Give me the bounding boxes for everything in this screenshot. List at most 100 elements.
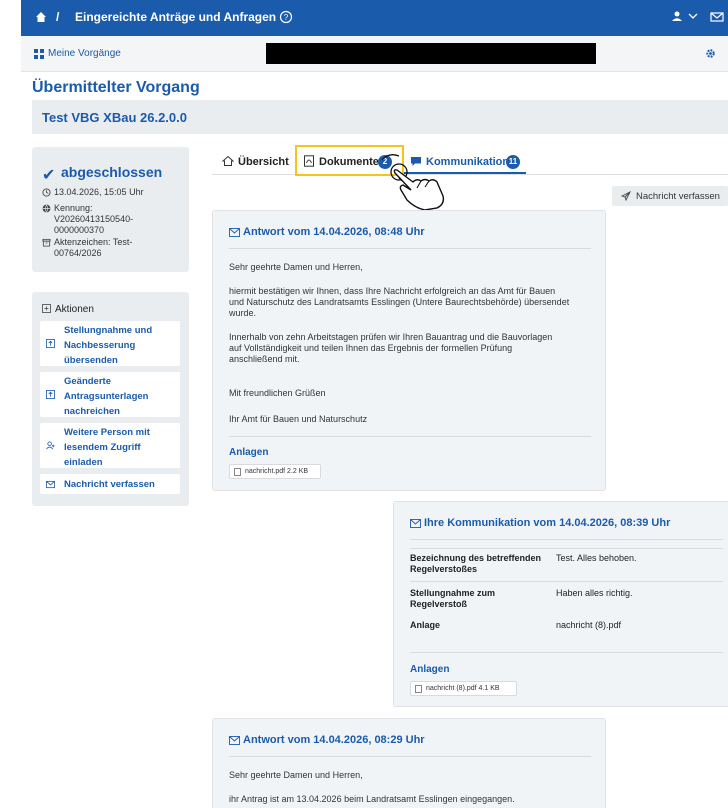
message-1-line: hiermit bestätigen wir Ihnen, dass Ihre … xyxy=(229,286,556,296)
tab-overview[interactable]: Übersicht xyxy=(222,150,289,174)
top-navbar: / Eingereichte Anträge und Anfragen ? xyxy=(21,0,728,36)
tab-divider xyxy=(212,174,728,175)
message-3-title-text: Antwort vom 14.04.2026, 08:29 Uhr xyxy=(243,734,425,746)
case-title: Test VBG XBau 26.2.0.0 xyxy=(42,110,187,125)
attachment-chip[interactable]: nachricht.pdf 2.2 KB xyxy=(229,464,321,479)
file-icon xyxy=(234,468,241,476)
message-1-line: und Naturschutz des Landratsamts Essling… xyxy=(229,297,570,307)
redacted-block xyxy=(266,43,596,64)
upload-square-icon xyxy=(46,390,55,399)
home-outline-icon xyxy=(222,155,234,166)
field-label: Regelverstoß xyxy=(410,599,468,609)
check-icon: ✔ xyxy=(42,167,56,184)
gear-icon[interactable] xyxy=(705,48,716,59)
tab-overview-label: Übersicht xyxy=(238,156,289,168)
mail-icon[interactable] xyxy=(710,11,724,23)
breadcrumb-current[interactable]: Eingereichte Anträge und Anfragen xyxy=(75,10,276,24)
message-1-line: anschließend mit. xyxy=(229,354,300,364)
communication-count-badge: 11 xyxy=(506,155,520,169)
message-3-title: Antwort vom 14.04.2026, 08:29 Uhr xyxy=(229,734,425,746)
clock-icon xyxy=(42,188,51,197)
message-1-title-text: Antwort vom 14.04.2026, 08:48 Uhr xyxy=(243,226,425,238)
status-label: abgeschlossen xyxy=(61,164,163,180)
invite-person-button[interactable]: Weitere Person mit lesendem Zugriff einl… xyxy=(40,423,180,468)
compose-message-label: Nachricht verfassen xyxy=(636,191,720,202)
mail-open-icon xyxy=(410,519,421,528)
status-kennung: Kennung: V20260413150540- 0000000370 xyxy=(42,203,133,236)
nachreichen-line-2: Antragsunterlagen xyxy=(64,391,149,402)
field-value: nachricht (8).pdf xyxy=(556,620,622,630)
invite-line-1: Weitere Person mit xyxy=(64,427,150,438)
status-date-text: 13.04.2026, 15:05 Uhr xyxy=(54,187,144,197)
mail-open-icon xyxy=(229,228,240,237)
my-cases-link[interactable]: Meine Vorgänge xyxy=(48,48,121,59)
invite-line-3: einladen xyxy=(64,457,103,468)
plus-square-icon: + xyxy=(42,304,51,313)
field-value: Haben alles richtig. xyxy=(556,588,633,598)
divider xyxy=(410,539,723,540)
user-plus-icon xyxy=(46,441,55,450)
pointer-hand-icon xyxy=(381,154,445,210)
svg-text:?: ? xyxy=(284,13,289,22)
message-2-title: Ihre Kommunikation vom 14.04.2026, 08:39… xyxy=(410,517,670,529)
attachment-name: nachricht.pdf 2.2 KB xyxy=(245,468,309,475)
upload-square-icon xyxy=(46,339,55,348)
message-card-3: Antwort vom 14.04.2026, 08:29 Uhr Sehr g… xyxy=(212,718,606,808)
message-1-title: Antwort vom 14.04.2026, 08:48 Uhr xyxy=(229,226,425,238)
field-value: Test. Alles behoben. xyxy=(556,553,637,563)
field-label: Anlage xyxy=(410,620,441,630)
stellungnahme-button[interactable]: Stellungnahme und Nachbesserung übersend… xyxy=(40,321,180,366)
actions-title: Aktionen xyxy=(55,304,94,315)
home-icon[interactable] xyxy=(35,11,47,23)
mail-open-icon xyxy=(229,736,240,745)
status-panel: ✔ abgeschlossen 13.04.2026, 15:05 Uhr Ke… xyxy=(32,147,189,272)
page-title: Übermittelter Vorgang xyxy=(32,79,200,96)
attachment-name: nachricht (8).pdf 4.1 KB xyxy=(426,685,500,692)
status-date: 13.04.2026, 15:05 Uhr xyxy=(42,187,144,198)
actions-header[interactable]: + Aktionen xyxy=(42,304,94,315)
message-1-line: auf Vollständigkeit und teilen Ihnen das… xyxy=(229,343,513,353)
breadcrumb-separator: / xyxy=(56,10,60,24)
compose-side-label: Nachricht verfassen xyxy=(64,479,155,490)
message-1-line: Sehr geehrte Damen und Herren, xyxy=(229,262,363,272)
send-icon xyxy=(621,191,631,201)
message-card-2: Ihre Kommunikation vom 14.04.2026, 08:39… xyxy=(393,501,728,707)
message-2-title-text: Ihre Kommunikation vom 14.04.2026, 08:39… xyxy=(424,517,671,529)
field-label: Bezeichnung des betreffenden xyxy=(410,553,542,563)
help-icon[interactable]: ? xyxy=(279,10,293,24)
invite-line-2: lesendem Zugriff xyxy=(64,442,141,453)
mail-icon xyxy=(46,480,55,489)
message-card-1: Antwort vom 14.04.2026, 08:48 Uhr Sehr g… xyxy=(212,210,606,491)
stellungnahme-line-3: übersenden xyxy=(64,355,118,366)
status-aktenzeichen: Aktenzeichen: Test- 00764/2026 xyxy=(42,237,132,259)
kennung-label: Kennung: xyxy=(54,203,93,213)
nachreichen-line-3: nachreichen xyxy=(64,406,120,417)
chevron-down-icon[interactable] xyxy=(688,12,698,20)
file-icon xyxy=(415,685,422,693)
field-label: Stellungnahme zum xyxy=(410,588,496,598)
stellungnahme-line-1: Stellungnahme und xyxy=(64,325,153,336)
aktenzeichen-line-2: 00764/2026 xyxy=(54,248,102,258)
message-3-line: Sehr geehrte Damen und Herren, xyxy=(229,770,363,780)
user-icon[interactable] xyxy=(671,10,683,22)
attachment-chip[interactable]: nachricht (8).pdf 4.1 KB xyxy=(410,681,517,696)
secondary-navbar: Meine Vorgänge xyxy=(21,36,728,72)
actions-panel: + Aktionen Stellungnahme und Nachbesseru… xyxy=(32,292,189,506)
compose-message-button[interactable]: Nachricht verfassen xyxy=(612,186,728,206)
divider xyxy=(229,756,591,757)
field-label: Regelverstoßes xyxy=(410,564,478,574)
compose-message-side-button[interactable]: Nachricht verfassen xyxy=(40,474,180,494)
nachreichen-button[interactable]: Geänderte Antragsunterlagen nachreichen xyxy=(40,372,180,417)
stellungnahme-line-2: Nachbesserung xyxy=(64,340,136,351)
kennung-value-1: V20260413150540- xyxy=(54,214,134,224)
message-1-line: wurde. xyxy=(229,308,257,318)
attachments-heading: Anlagen xyxy=(410,664,450,675)
case-title-bar: Test VBG XBau 26.2.0.0 xyxy=(32,100,728,134)
divider xyxy=(410,548,723,549)
globe-icon xyxy=(42,204,51,213)
message-1-line: Innerhalb von zehn Arbeitstagen prüfen w… xyxy=(229,332,553,342)
grid-icon xyxy=(34,49,44,59)
message-3-line: ihr Antrag ist am 13.04.2026 beim Landra… xyxy=(229,794,515,804)
divider xyxy=(229,436,591,437)
divider xyxy=(410,652,723,653)
